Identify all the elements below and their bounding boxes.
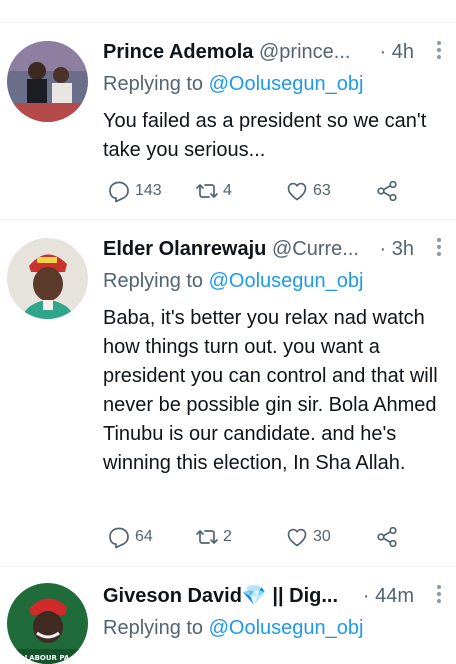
tweet[interactable]: Prince Ademola @prince... · 4h Replying …	[0, 23, 456, 220]
separator-dot: ·	[379, 238, 387, 260]
mention-link[interactable]: @Oolusegun_obj	[209, 73, 364, 95]
reply-icon	[109, 527, 129, 549]
like-button[interactable]: 30	[285, 525, 331, 549]
like-count: 63	[313, 182, 331, 199]
retweet-icon	[196, 184, 218, 198]
like-button[interactable]: 63	[285, 179, 331, 203]
replying-to: Replying to @Oolusegun_obj	[103, 613, 446, 643]
replying-to-label: Replying to	[103, 73, 209, 95]
tweet-actions: 64 2 30	[103, 525, 446, 551]
replying-to: Replying to @Oolusegun_obj	[103, 266, 446, 296]
separator-dot: ·	[362, 585, 370, 607]
heart-icon	[287, 182, 307, 201]
avatar[interactable]: LABOUR PA	[7, 583, 88, 664]
replying-to-label: Replying to	[103, 270, 209, 292]
heart-icon	[287, 528, 307, 547]
timestamp[interactable]: 3h	[392, 238, 414, 260]
tweet-actions: 143 4 63	[103, 179, 446, 205]
timestamp[interactable]: 4h	[392, 41, 414, 63]
more-options-icon[interactable]	[436, 41, 442, 63]
avatar[interactable]	[7, 41, 88, 122]
replying-to-label: Replying to	[103, 617, 209, 639]
mention-link[interactable]: @Oolusegun_obj	[209, 270, 364, 292]
reply-button[interactable]: 64	[107, 525, 153, 549]
retweet-icon	[196, 530, 218, 544]
more-options-icon[interactable]	[436, 238, 442, 260]
replying-to: Replying to @Oolusegun_obj	[103, 69, 446, 99]
tweet[interactable]: Elder Olanrewaju @Curre... · 3h Replying…	[0, 220, 456, 567]
retweet-count: 4	[223, 182, 232, 199]
share-icon	[377, 526, 397, 548]
reply-count: 143	[135, 182, 162, 199]
mention-link[interactable]: @Oolusegun_obj	[209, 617, 364, 639]
like-count: 30	[313, 528, 331, 545]
timestamp[interactable]: 44m	[375, 585, 414, 607]
handle[interactable]: @Curre...	[272, 238, 359, 260]
tweet-text: Baba, it's better you relax nad watch ho…	[103, 307, 438, 474]
display-name[interactable]: Giveson David💎 || Dig...	[103, 585, 338, 607]
tweet[interactable]: LABOUR PA Giveson David💎 || Dig... · 44m…	[0, 567, 456, 664]
more-options-icon[interactable]	[436, 585, 442, 607]
retweet-button[interactable]: 2	[195, 525, 232, 549]
tweet-text: You failed as a president so we can't ta…	[103, 110, 427, 161]
retweet-count: 2	[223, 528, 232, 545]
share-button[interactable]	[375, 179, 403, 203]
share-button[interactable]	[375, 525, 403, 549]
avatar[interactable]	[7, 238, 88, 319]
reply-icon	[109, 181, 129, 203]
share-icon	[377, 180, 397, 202]
reply-button[interactable]: 143	[107, 179, 162, 203]
top-divider	[0, 0, 456, 23]
reply-count: 64	[135, 528, 153, 545]
display-name[interactable]: Elder Olanrewaju	[103, 238, 266, 260]
display-name[interactable]: Prince Ademola	[103, 41, 253, 63]
separator-dot: ·	[379, 41, 387, 63]
handle[interactable]: @prince...	[259, 41, 350, 63]
retweet-button[interactable]: 4	[195, 179, 232, 203]
